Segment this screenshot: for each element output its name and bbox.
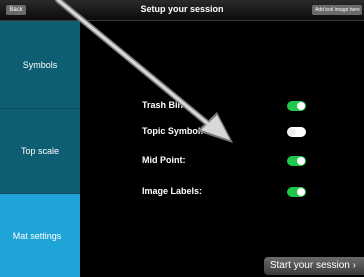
tutorial-arrow-icon [55,0,233,143]
